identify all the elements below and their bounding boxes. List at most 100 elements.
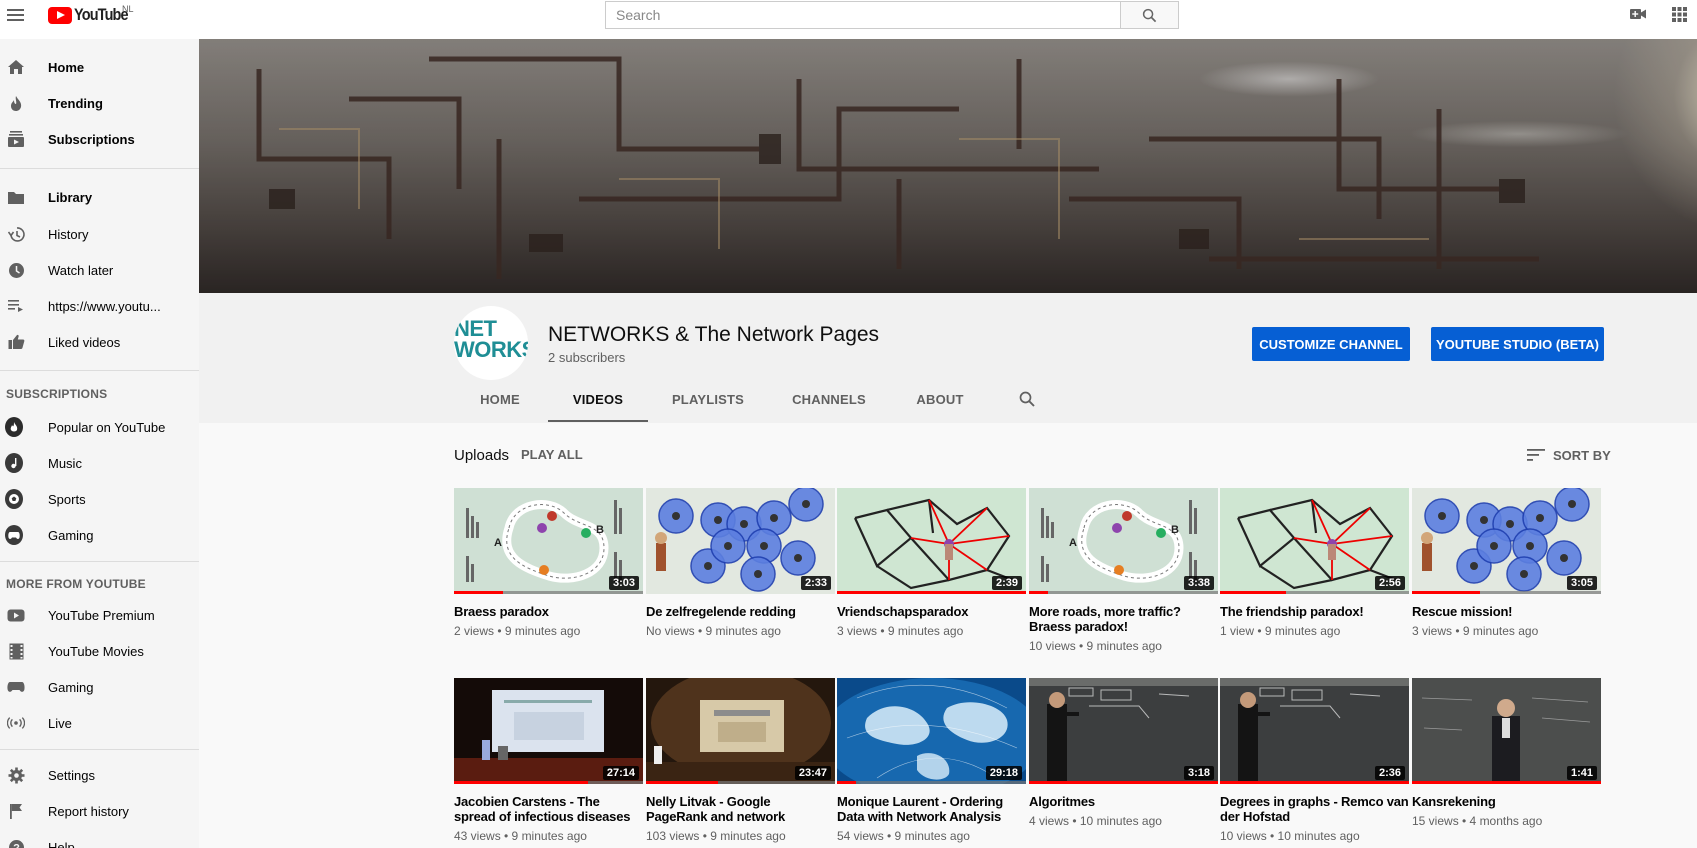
video-thumbnail[interactable]: 3:18 [1029,678,1218,784]
video-card[interactable]: 2:39 Vriendschapsparadox 3 views • 9 minut… [837,488,1026,638]
more-from-youtube-heading: MORE FROM YOUTUBE [6,577,146,591]
sidebar-item-label: Home [48,59,85,75]
channel-search-icon[interactable] [1014,382,1040,422]
tab-about[interactable]: ABOUT [910,382,970,422]
video-card[interactable]: 23:47 Nelly Litvak - Google PageRank and … [646,678,835,843]
sidebar-sub-popular-on-youtube[interactable]: Popular on YouTube [0,411,199,443]
video-title[interactable]: More roads, more traffic? Braess paradox… [1029,604,1218,634]
sidebar-item-live[interactable]: Live [0,707,199,739]
video-duration: 1:41 [1566,766,1597,780]
video-title[interactable]: Nelly Litvak - Google PageRank and netwo… [646,794,835,824]
tab-channels[interactable]: CHANNELS [788,382,870,422]
channel-subscriber-count: 2 subscribers [548,350,626,365]
search-input[interactable] [606,2,1120,28]
video-thumbnail[interactable]: 23:47 [646,678,835,784]
customize-channel-button[interactable]: CUSTOMIZE CHANNEL [1252,327,1410,361]
sidebar-item-history[interactable]: History [0,218,199,250]
video-thumbnail[interactable]: 2:36 [1220,678,1409,784]
video-meta: No views • 9 minutes ago [646,624,781,638]
sidebar-item-label: Settings [48,767,95,783]
sidebar-item-label: Popular on YouTube [48,419,166,435]
video-card[interactable]: A B 3:03 Braess paradox 2 views • 9 minutes … [454,488,643,638]
gamepad-icon [5,525,23,545]
watch-progress-bar [837,591,1026,594]
video-thumbnail[interactable]: A B 3:03 [454,488,643,594]
sidebar-item-home[interactable]: Home [0,51,199,83]
sidebar-item-label: https://www.youtu... [48,298,161,314]
tab-playlists[interactable]: PLAYLISTS [668,382,748,422]
home-icon [7,58,25,76]
video-title[interactable]: Jacobien Carstens - The spread of infect… [454,794,643,824]
sort-by-button[interactable]: SORT BY [1527,445,1611,465]
top-bar: YouTube NL [0,0,1697,39]
watch-progress-bar [837,781,856,784]
video-card[interactable]: 2:36 Degrees in graphs - Remco van der Ho… [1220,678,1409,843]
sidebar-item-label: Live [48,715,72,731]
sidebar-item-liked-videos[interactable]: Liked videos [0,326,199,358]
video-card[interactable]: 29:18 Monique Laurent - Ordering Data wit… [837,678,1026,843]
tab-videos[interactable]: VIDEOS [548,382,648,422]
sidebar-item-watch-later[interactable]: Watch later [0,254,199,286]
sidebar-item-label: History [48,226,89,242]
live-icon [7,714,25,732]
sidebar-item-label: YouTube Movies [48,643,144,659]
sidebar-item-settings[interactable]: Settings [0,759,199,791]
sidebar-item-playlist[interactable]: https://www.youtu... [0,290,199,322]
video-card[interactable]: A B 3:38 More roads, more traffic? Braess p… [1029,488,1218,653]
sidebar-item-help[interactable]: ? Help [0,831,199,848]
video-card[interactable]: 2:33 De zelfregelende redding No views • 9… [646,488,835,638]
create-video-icon[interactable] [1629,6,1647,22]
sidebar-item-youtube-premium[interactable]: YouTube Premium [0,599,199,631]
sidebar-item-youtube-movies[interactable]: YouTube Movies [0,635,199,667]
channel-avatar[interactable]: NET WORKS [454,306,528,380]
sidebar-sub-sports[interactable]: Sports [0,483,199,515]
video-title[interactable]: Degrees in graphs - Remco van der Hofsta… [1220,794,1409,824]
menu-icon[interactable] [7,6,27,22]
watch-progress-bar [646,781,718,784]
channel-avatar-icon [5,417,23,437]
video-thumbnail[interactable]: 2:33 [646,488,835,594]
channel-title: NETWORKS & The Network Pages [548,323,880,346]
svg-text:A: A [494,537,502,549]
video-thumbnail[interactable]: 2:39 [837,488,1026,594]
video-title[interactable]: Vriendschapsparadox [837,604,1026,619]
video-thumbnail[interactable]: 3:05 [1412,488,1601,594]
sidebar-item-label: Subscriptions [48,131,135,147]
video-thumbnail[interactable]: 29:18 [837,678,1026,784]
video-title[interactable]: Braess paradox [454,604,643,619]
watch-progress-bar [1220,781,1409,784]
video-thumbnail[interactable]: 27:14 [454,678,643,784]
video-card[interactable]: 27:14 Jacobien Carstens - The spread of i… [454,678,643,843]
video-duration: 3:38 [1183,576,1214,590]
video-title[interactable]: Algoritmes [1029,794,1218,809]
video-card[interactable]: 3:05 Rescue mission! 3 views • 9 minutes a… [1412,488,1601,638]
video-title[interactable]: De zelfregelende redding [646,604,835,619]
video-card[interactable]: 1:41 Kansrekening 15 views • 4 months ago [1412,678,1601,828]
channel-avatar-logo: NET WORKS [454,318,528,361]
video-thumbnail[interactable]: 2:56 [1220,488,1409,594]
sidebar-item-label: Liked videos [48,334,121,350]
sidebar-sub-gaming[interactable]: Gaming [0,519,199,551]
video-card[interactable]: 2:56 The friendship paradox! 1 view • 9 mi… [1220,488,1409,638]
video-card[interactable]: 3:18 Algoritmes 4 views • 10 minutes ago [1029,678,1218,828]
sidebar-item-report-history[interactable]: Report history [0,795,199,827]
video-title[interactable]: Kansrekening [1412,794,1601,809]
sidebar-sub-music[interactable]: Music [0,447,199,479]
search-button[interactable] [1121,1,1179,29]
apps-grid-icon[interactable] [1670,6,1688,22]
sidebar-item-subscriptions[interactable]: Subscriptions [0,123,199,155]
sidebar-item-gaming[interactable]: Gaming [0,671,199,703]
sidebar-divider [0,168,199,169]
video-title[interactable]: Rescue mission! [1412,604,1601,619]
sidebar-item-library[interactable]: Library [0,181,199,213]
video-thumbnail[interactable]: 1:41 [1412,678,1601,784]
video-duration: 3:03 [608,576,639,590]
play-all-button[interactable]: PLAY ALL [521,447,583,462]
tab-home[interactable]: HOME [472,382,528,422]
youtube-studio-button[interactable]: YOUTUBE STUDIO (BETA) [1431,327,1604,361]
sidebar-item-trending[interactable]: Trending [0,87,199,119]
video-thumbnail[interactable]: A B 3:38 [1029,488,1218,594]
video-title[interactable]: Monique Laurent - Ordering Data with Net… [837,794,1026,824]
sort-by-label: SORT BY [1553,447,1611,463]
video-title[interactable]: The friendship paradox! [1220,604,1409,619]
